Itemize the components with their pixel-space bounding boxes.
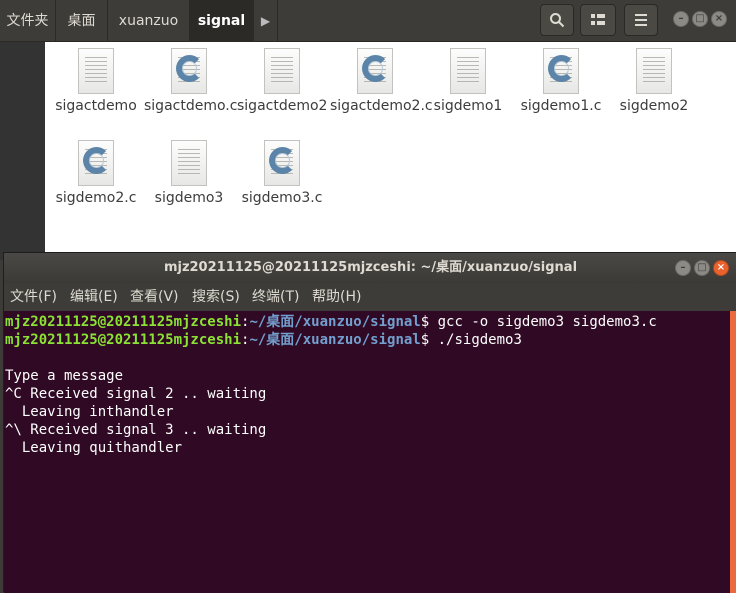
search-icon	[550, 13, 565, 28]
file-manager-header: 文件夹 桌面 xuanzuo signal ▶ – □ ×	[0, 0, 736, 42]
text-file-icon	[450, 48, 486, 94]
close-window-button[interactable]: ×	[711, 11, 727, 27]
file-name: sigactdemo2	[237, 98, 328, 114]
file-name: sigdemo3	[154, 190, 224, 206]
breadcrumb-desktop[interactable]: 桌面	[56, 0, 108, 42]
output-line: Leaving quithandler	[5, 440, 183, 456]
prompt-symbol: $	[420, 332, 438, 348]
file-name: sigactdemo2.c	[330, 98, 433, 114]
output-line: ^C Received signal 2 .. waiting	[5, 386, 267, 402]
file-grid: sigactdemo sigactdemo.c sigactdemo2 siga…	[45, 42, 736, 260]
file-item[interactable]: sigdemo1	[423, 48, 513, 115]
c-source-file-icon	[78, 140, 114, 186]
c-source-file-icon	[357, 48, 393, 94]
terminal-window: mjz20211125@20211125mjzceshi: ~/桌面/xuanz…	[3, 252, 736, 593]
text-file-icon	[78, 48, 114, 94]
menu-edit[interactable]: 编辑(E)	[70, 283, 118, 311]
prompt-symbol: $	[420, 314, 438, 330]
c-source-file-icon	[171, 48, 207, 94]
terminal-titlebar[interactable]: mjz20211125@20211125mjzceshi: ~/桌面/xuanz…	[4, 253, 736, 283]
file-item[interactable]: sigactdemo2	[237, 48, 327, 115]
list-view-icon	[591, 14, 605, 25]
file-item[interactable]: sigdemo2	[609, 48, 699, 115]
minimize-window-button[interactable]: –	[673, 11, 689, 27]
file-name: sigdemo3.c	[241, 190, 323, 206]
terminal-close-button[interactable]: ×	[713, 260, 729, 276]
file-name: sigdemo2	[619, 98, 689, 114]
file-manager-sidebar	[0, 42, 45, 260]
breadcrumb-next-arrow-icon[interactable]: ▶	[254, 0, 278, 42]
c-source-file-icon	[264, 140, 300, 186]
search-button[interactable]	[540, 4, 574, 36]
menu-search[interactable]: 搜索(S)	[192, 283, 240, 311]
command-text: ./sigdemo3	[437, 332, 522, 348]
breadcrumb-xuanzuo[interactable]: xuanzuo	[108, 0, 190, 42]
text-file-icon	[171, 140, 207, 186]
breadcrumb-signal[interactable]: signal	[190, 0, 254, 42]
view-toggle-button[interactable]	[580, 4, 616, 36]
terminal-menubar: 文件(F) 编辑(E) 查看(V) 搜索(S) 终端(T) 帮助(H)	[4, 283, 736, 311]
file-item[interactable]: sigdemo1.c	[516, 48, 606, 115]
prompt-user: mjz20211125@20211125mjzceshi	[5, 332, 242, 348]
file-name: sigactdemo.c	[144, 98, 238, 114]
hamburger-menu-icon	[635, 14, 647, 26]
output-line: Type a message	[5, 368, 124, 384]
output-line: ^\ Received signal 3 .. waiting	[5, 422, 267, 438]
file-name: sigactdemo	[55, 98, 137, 114]
prompt-user: mjz20211125@20211125mjzceshi	[5, 314, 242, 330]
menu-file[interactable]: 文件(F)	[10, 283, 57, 311]
text-file-icon	[264, 48, 300, 94]
menu-help[interactable]: 帮助(H)	[312, 283, 361, 311]
file-item[interactable]: sigdemo2.c	[51, 140, 141, 207]
file-name: sigdemo2.c	[55, 190, 137, 206]
terminal-output[interactable]: mjz20211125@20211125mjzceshi:~/桌面/xuanzu…	[4, 311, 730, 593]
command-line: mjz20211125@20211125mjzceshi:~/桌面/xuanzu…	[4, 313, 730, 331]
terminal-maximize-button[interactable]: □	[694, 260, 710, 276]
file-item[interactable]: sigdemo3	[144, 140, 234, 207]
breadcrumb-folder[interactable]: 文件夹	[0, 0, 56, 42]
file-item[interactable]: sigactdemo	[51, 48, 141, 115]
text-file-icon	[636, 48, 672, 94]
prompt-path: ~/桌面/xuanzuo/signal	[249, 332, 421, 348]
file-name: sigdemo1.c	[520, 98, 602, 114]
output-line: Leaving inthandler	[5, 404, 174, 420]
prompt-path: ~/桌面/xuanzuo/signal	[249, 314, 421, 330]
maximize-window-button[interactable]: □	[692, 11, 708, 27]
terminal-title: mjz20211125@20211125mjzceshi: ~/桌面/xuanz…	[163, 260, 578, 275]
menu-terminal[interactable]: 终端(T)	[252, 283, 299, 311]
terminal-minimize-button[interactable]: –	[675, 260, 691, 276]
command-text: gcc -o sigdemo3 sigdemo3.c	[437, 314, 657, 330]
file-item[interactable]: sigactdemo2.c	[330, 48, 433, 115]
file-item[interactable]: sigdemo3.c	[237, 140, 327, 207]
menu-button[interactable]	[624, 4, 658, 36]
file-name: sigdemo1	[433, 98, 503, 114]
c-source-file-icon	[543, 48, 579, 94]
menu-view[interactable]: 查看(V)	[130, 283, 179, 311]
file-item[interactable]: sigactdemo.c	[144, 48, 238, 115]
file-manager-window: 文件夹 桌面 xuanzuo signal ▶ – □ × sigactdemo…	[0, 0, 736, 260]
command-line: mjz20211125@20211125mjzceshi:~/桌面/xuanzu…	[4, 331, 730, 349]
terminal-scrollbar[interactable]	[730, 311, 736, 593]
